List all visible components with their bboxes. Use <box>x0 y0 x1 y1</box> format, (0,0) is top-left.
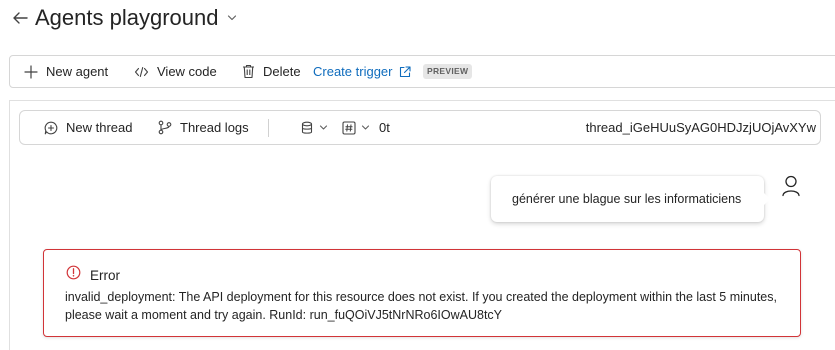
chevron-down-icon <box>361 125 370 130</box>
bubble-tail <box>764 193 770 205</box>
trash-icon <box>243 64 254 79</box>
create-trigger-label: Create trigger <box>313 64 393 79</box>
view-code-button[interactable]: View code <box>134 56 217 87</box>
new-agent-label: New agent <box>46 64 109 79</box>
chevron-down-icon <box>319 125 328 130</box>
error-circle-icon <box>66 265 81 280</box>
chevron-down-icon[interactable] <box>227 14 237 22</box>
new-agent-button[interactable]: New agent <box>24 56 108 87</box>
thread-logs-label: Thread logs <box>180 120 249 135</box>
arrow-left-icon[interactable] <box>11 9 29 27</box>
page-header: Agents playground <box>0 0 835 40</box>
new-thread-label: New thread <box>66 120 133 135</box>
page-title: Agents playground <box>35 5 219 30</box>
thread-toolbar: New thread Thread logs 0t thread_iGeHUuS… <box>19 110 821 145</box>
external-link-icon <box>400 65 412 77</box>
hash-box-icon <box>342 120 356 135</box>
error-detail-text: invalid_deployment: The API deployment f… <box>65 290 777 322</box>
user-message-bubble: générer une blague sur les informaticien… <box>491 176 764 222</box>
command-toolbar: New agent View code Delete Create trigge… <box>9 55 835 88</box>
user-message-text: générer une blague sur les informaticien… <box>512 192 742 206</box>
error-title: Error <box>90 268 120 283</box>
thread-logs-button[interactable]: Thread logs <box>158 111 249 144</box>
database-icon <box>301 121 313 134</box>
database-dropdown[interactable] <box>301 111 328 144</box>
preview-badge: PREVIEW <box>423 64 473 79</box>
new-thread-button[interactable]: New thread <box>44 111 132 144</box>
thread-id: thread_iGeHUuSyAG0HDJzjUOjAvXYw <box>585 120 816 135</box>
delete-label: Delete <box>263 64 301 79</box>
create-trigger-link[interactable]: Create trigger <box>313 56 419 87</box>
toolbar-divider <box>268 119 269 137</box>
new-thread-icon <box>44 121 58 134</box>
variables-dropdown[interactable] <box>342 111 370 144</box>
plus-icon <box>24 64 38 79</box>
code-icon <box>134 66 149 77</box>
error-message-card: Error invalid_deployment: The API deploy… <box>43 249 801 337</box>
person-icon <box>782 175 800 197</box>
view-code-label: View code <box>157 64 217 79</box>
token-count: 0t <box>379 120 390 135</box>
delete-button[interactable]: Delete <box>242 56 301 87</box>
branch-icon <box>158 120 172 135</box>
